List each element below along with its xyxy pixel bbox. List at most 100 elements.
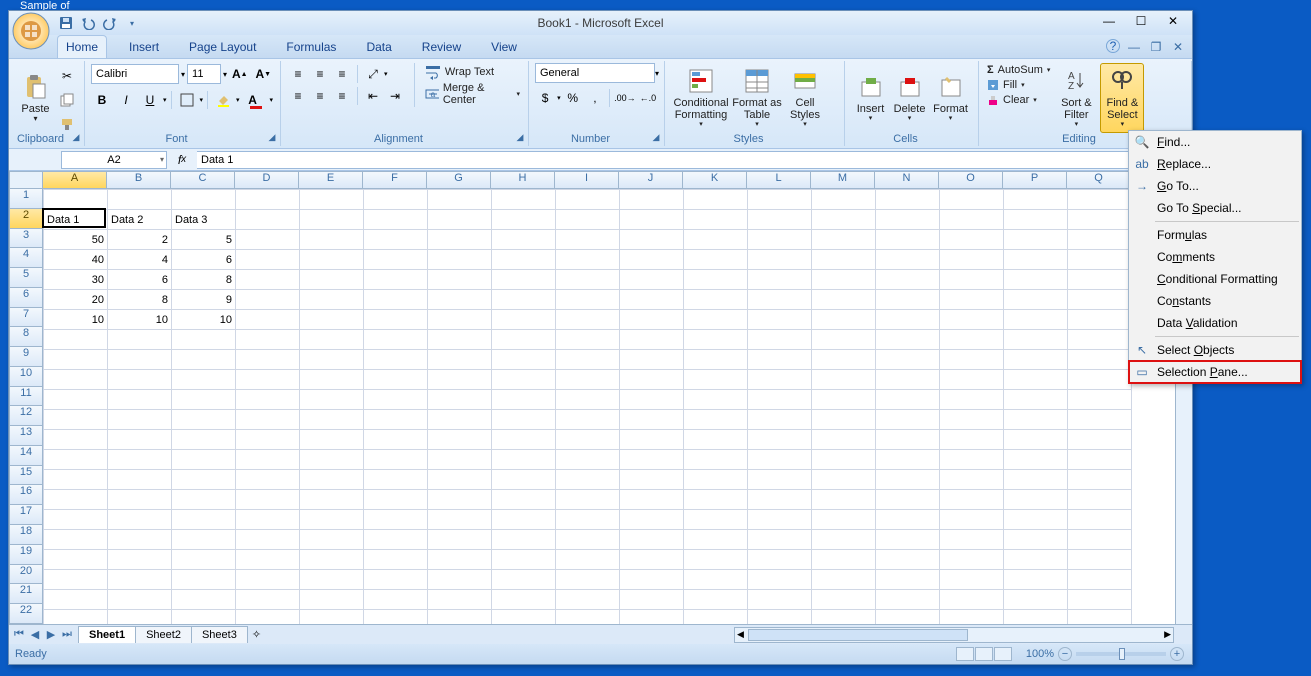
decrease-decimal-icon[interactable]: ←.0 [639, 88, 657, 108]
cell[interactable] [620, 370, 684, 390]
column-header[interactable]: P [1003, 171, 1067, 189]
cell[interactable] [300, 350, 364, 370]
cell[interactable] [364, 190, 428, 210]
cell[interactable] [1068, 310, 1132, 330]
cell[interactable] [44, 530, 108, 550]
cell[interactable] [556, 330, 620, 350]
cell[interactable] [940, 550, 1004, 570]
merge-center-button[interactable]: aMerge & Center▾ [423, 81, 522, 107]
column-header[interactable]: E [299, 171, 363, 189]
row-header[interactable]: 3 [9, 229, 43, 249]
tab-page-layout[interactable]: Page Layout [181, 36, 264, 58]
cell[interactable] [44, 450, 108, 470]
cell[interactable]: 5 [172, 230, 236, 250]
row-header[interactable]: 18 [9, 525, 43, 545]
cell[interactable] [556, 210, 620, 230]
column-header[interactable]: K [683, 171, 747, 189]
cell[interactable] [236, 350, 300, 370]
close-button[interactable]: ✕ [1158, 11, 1188, 31]
cell[interactable] [172, 470, 236, 490]
cell[interactable] [876, 410, 940, 430]
menu-item[interactable]: ▭Selection Pane... [1129, 361, 1301, 383]
cell[interactable] [428, 210, 492, 230]
align-bottom-icon[interactable]: ≡ [332, 64, 352, 84]
cell[interactable] [172, 450, 236, 470]
cell[interactable] [236, 430, 300, 450]
cut-icon[interactable]: ✂ [57, 66, 77, 86]
cell[interactable] [1068, 570, 1132, 590]
cell[interactable] [236, 590, 300, 610]
cell[interactable] [812, 230, 876, 250]
cell[interactable] [364, 270, 428, 290]
cell[interactable] [428, 310, 492, 330]
cell[interactable] [1068, 410, 1132, 430]
cell[interactable] [748, 330, 812, 350]
cell[interactable] [940, 310, 1004, 330]
cell[interactable] [876, 450, 940, 470]
cell[interactable]: 50 [44, 230, 108, 250]
cell[interactable] [556, 550, 620, 570]
row-header[interactable]: 9 [9, 347, 43, 367]
cell[interactable] [812, 470, 876, 490]
cell[interactable] [1004, 190, 1068, 210]
sort-filter-button[interactable]: AZSort & Filter▾ [1056, 63, 1096, 133]
cell[interactable] [620, 270, 684, 290]
cell[interactable] [492, 410, 556, 430]
name-box[interactable]: A2▾ [61, 151, 167, 169]
delete-cells-button[interactable]: Delete▾ [890, 63, 929, 133]
tab-formulas[interactable]: Formulas [278, 36, 344, 58]
cell[interactable] [940, 390, 1004, 410]
shrink-font-icon[interactable]: A▼ [254, 64, 273, 84]
grow-font-icon[interactable]: A▲ [230, 64, 249, 84]
cell[interactable] [620, 210, 684, 230]
row-header[interactable]: 20 [9, 565, 43, 585]
cell[interactable] [300, 490, 364, 510]
cell[interactable] [492, 270, 556, 290]
cell[interactable] [1068, 250, 1132, 270]
cell[interactable] [812, 270, 876, 290]
cell[interactable] [300, 230, 364, 250]
zoom-slider[interactable] [1076, 652, 1166, 656]
cell[interactable] [1068, 330, 1132, 350]
cell[interactable] [556, 310, 620, 330]
cell[interactable] [492, 510, 556, 530]
cell[interactable] [44, 590, 108, 610]
horizontal-scrollbar[interactable]: ◀▶ [734, 627, 1174, 643]
mdi-restore-icon[interactable]: ❐ [1148, 39, 1164, 55]
clipboard-dialog-launcher[interactable]: ◢ [70, 132, 82, 144]
cell[interactable]: 6 [172, 250, 236, 270]
column-header[interactable]: F [363, 171, 427, 189]
cell[interactable] [236, 510, 300, 530]
copy-icon[interactable] [57, 90, 77, 110]
orientation-icon[interactable]: ⤢ [363, 64, 383, 84]
cell[interactable] [812, 210, 876, 230]
cell[interactable] [876, 330, 940, 350]
cell[interactable] [1068, 550, 1132, 570]
cell[interactable] [428, 590, 492, 610]
cell[interactable] [108, 550, 172, 570]
cell[interactable] [684, 270, 748, 290]
cell[interactable] [44, 370, 108, 390]
cell[interactable] [812, 450, 876, 470]
cell[interactable] [44, 470, 108, 490]
cell[interactable] [1004, 490, 1068, 510]
cell[interactable] [1068, 590, 1132, 610]
cell[interactable] [428, 350, 492, 370]
menu-item[interactable]: →Go To... [1129, 175, 1301, 197]
cell[interactable] [300, 290, 364, 310]
cell[interactable] [492, 390, 556, 410]
cell[interactable] [492, 370, 556, 390]
cell[interactable] [44, 190, 108, 210]
cell[interactable] [684, 570, 748, 590]
cell[interactable] [748, 570, 812, 590]
cell[interactable] [364, 330, 428, 350]
column-header[interactable]: O [939, 171, 1003, 189]
cell[interactable] [300, 590, 364, 610]
cell[interactable] [1068, 230, 1132, 250]
cell[interactable] [1004, 590, 1068, 610]
cell[interactable] [1068, 190, 1132, 210]
maximize-button[interactable]: ☐ [1126, 11, 1156, 31]
cell[interactable] [812, 190, 876, 210]
cell[interactable] [684, 250, 748, 270]
cell[interactable] [556, 470, 620, 490]
